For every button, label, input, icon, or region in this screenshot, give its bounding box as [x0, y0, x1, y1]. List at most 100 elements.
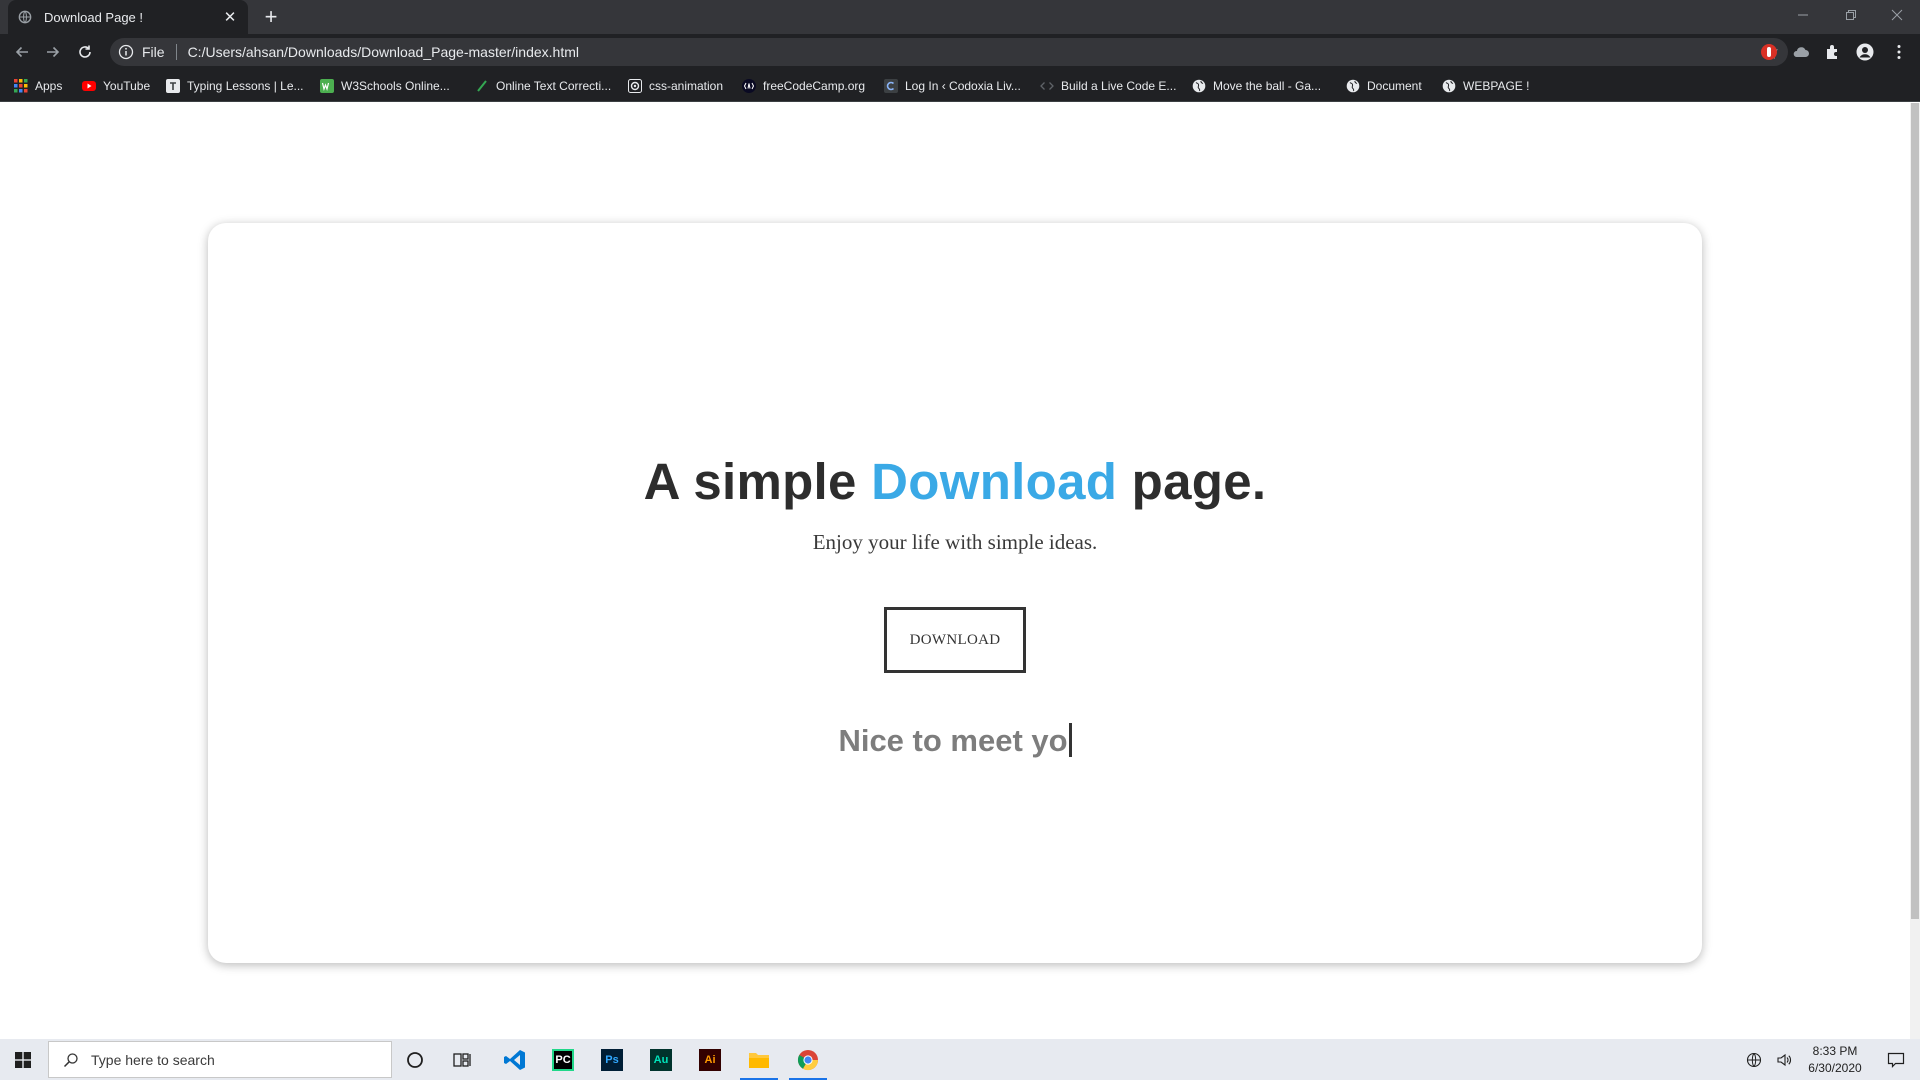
task-view-icon	[453, 1052, 471, 1067]
vscode-icon	[504, 1049, 525, 1070]
menu-dots-icon[interactable]	[1890, 43, 1908, 61]
bookmark-label: YouTube	[103, 79, 151, 93]
bookmark-label: Online Text Correcti...	[496, 79, 612, 93]
network-tray[interactable]	[1742, 1039, 1766, 1080]
globe-icon	[18, 10, 32, 24]
globe-icon	[1192, 79, 1206, 93]
tab-active[interactable]: Download Page ! ✕	[8, 0, 248, 34]
bookmark-label: Document	[1367, 79, 1422, 93]
bookmark-apps[interactable]: Apps	[14, 77, 62, 95]
chrome-button[interactable]	[785, 1039, 831, 1080]
scrollbar-thumb[interactable]	[1911, 103, 1919, 919]
audition-icon: Au	[650, 1048, 672, 1071]
bookmark-css-animation[interactable]: css-animation	[628, 77, 723, 95]
pycharm-icon: PC	[552, 1048, 574, 1071]
bookmark-freecodecamp[interactable]: freeCodeCamp.org	[742, 77, 865, 95]
page-subtitle: Enjoy your life with simple ideas.	[812, 530, 1098, 554]
cortana-icon	[407, 1051, 423, 1068]
back-button[interactable]	[10, 40, 34, 64]
globe-icon	[1442, 79, 1456, 93]
bookmark-label: Move the ball - Ga...	[1213, 79, 1322, 93]
address-bar[interactable]: File C:/Users/ahsan/Downloads/Download_P…	[110, 38, 1788, 66]
bookmark-label: Build a Live Code E...	[1061, 79, 1177, 93]
text-correction-icon	[477, 80, 487, 92]
cortana-button[interactable]	[392, 1039, 438, 1080]
bookmark-typing-lessons[interactable]: Typing Lessons | Le...	[166, 77, 304, 95]
title-prefix: A simple	[643, 453, 872, 510]
globe-icon	[1346, 79, 1360, 93]
apps-grid-icon	[14, 79, 28, 93]
clock-date: 6/30/2020	[1808, 1061, 1862, 1075]
clock-time: 8:33 PM	[1812, 1044, 1858, 1058]
vscode-button[interactable]	[492, 1039, 538, 1080]
info-icon[interactable]	[118, 44, 134, 60]
bookmark-youtube[interactable]: YouTube	[82, 77, 150, 95]
bookmark-label: Apps	[35, 79, 63, 93]
pycharm-button[interactable]: PC	[540, 1039, 586, 1080]
photoshop-button[interactable]: Ps	[589, 1039, 635, 1080]
bookmark-live-code[interactable]: Build a Live Code E...	[1040, 77, 1176, 95]
bookmark-label: Typing Lessons | Le...	[187, 79, 304, 93]
codoxia-icon	[884, 79, 898, 93]
arrow-right-icon	[47, 46, 60, 58]
extension-red-icon[interactable]	[1760, 43, 1778, 61]
cloud-extension-icon[interactable]	[1792, 43, 1810, 61]
bookmark-online-text[interactable]: Online Text Correcti...	[475, 77, 611, 95]
bookmark-label: W3Schools Online...	[341, 79, 450, 93]
volume-tray[interactable]	[1772, 1039, 1796, 1080]
minimize-icon	[1798, 14, 1808, 16]
tab-close-icon[interactable]: ✕	[222, 8, 238, 26]
bookmark-webpage[interactable]: WEBPAGE !	[1442, 77, 1529, 95]
bookmark-move-the-ball[interactable]: Move the ball - Ga...	[1192, 77, 1321, 95]
file-explorer-icon	[749, 1052, 769, 1068]
download-button[interactable]: DOWNLOAD	[884, 607, 1026, 673]
typing-text: Nice to meet yo	[208, 723, 1702, 759]
windows-logo-icon	[15, 1051, 31, 1068]
puzzle-icon[interactable]	[1824, 43, 1842, 61]
minimize-button[interactable]	[1780, 0, 1826, 30]
reload-icon	[79, 45, 91, 58]
speaker-icon	[1777, 1053, 1791, 1066]
restore-icon	[1846, 10, 1856, 20]
bookmarks-bar: Apps YouTube Typing Lessons | Le... W3Sc…	[0, 70, 1920, 102]
close-icon	[1891, 9, 1903, 21]
page-title: A simple Download page.	[208, 452, 1702, 511]
chrome-icon	[797, 1049, 819, 1070]
forward-button[interactable]	[41, 40, 65, 64]
reload-button[interactable]	[73, 40, 97, 64]
start-button[interactable]	[0, 1039, 46, 1080]
bookmark-w3schools[interactable]: W3Schools Online...	[320, 77, 450, 95]
notification-icon	[1887, 1052, 1905, 1068]
tab-strip: Download Page ! ✕ +	[0, 0, 1920, 34]
bookmark-label: WEBPAGE !	[1463, 79, 1530, 93]
audition-button[interactable]: Au	[638, 1039, 684, 1080]
url-text[interactable]: C:/Users/ahsan/Downloads/Download_Page-m…	[188, 44, 579, 60]
windows-taskbar: Type here to search PC Ps Au Ai 8:33 PM …	[0, 1039, 1920, 1080]
notifications-button[interactable]	[1876, 1039, 1916, 1080]
new-tab-button[interactable]: +	[260, 5, 282, 29]
page-viewport: A simple Download page. Enjoy your life …	[0, 103, 1920, 1039]
illustrator-icon: Ai	[699, 1048, 721, 1071]
close-window-button[interactable]	[1874, 0, 1920, 30]
illustrator-button[interactable]: Ai	[687, 1039, 733, 1080]
bookmark-label: freeCodeCamp.org	[763, 79, 866, 93]
task-view-button[interactable]	[440, 1039, 486, 1080]
search-icon	[63, 1052, 78, 1067]
bookmark-codoxia[interactable]: Log In ‹ Codoxia Liv...	[884, 77, 1021, 95]
photoshop-icon: Ps	[601, 1048, 623, 1071]
system-clock[interactable]: 8:33 PM 6/30/2020	[1800, 1043, 1870, 1077]
youtube-icon	[82, 81, 96, 91]
typing-icon	[166, 79, 180, 93]
typing-content: Nice to meet yo	[838, 723, 1068, 758]
restore-button[interactable]	[1828, 0, 1874, 30]
bookmark-document[interactable]: Document	[1346, 77, 1422, 95]
taskbar-search[interactable]: Type here to search	[48, 1041, 392, 1078]
typing-caret	[1068, 723, 1072, 757]
profile-icon[interactable]	[1856, 43, 1874, 61]
url-scheme: File	[142, 44, 165, 60]
bookmark-label: Log In ‹ Codoxia Liv...	[905, 79, 1021, 93]
css-animation-icon	[628, 79, 642, 93]
freecodecamp-icon	[742, 79, 756, 93]
file-explorer-button[interactable]	[736, 1039, 782, 1080]
page-scrollbar[interactable]	[1910, 103, 1920, 1039]
